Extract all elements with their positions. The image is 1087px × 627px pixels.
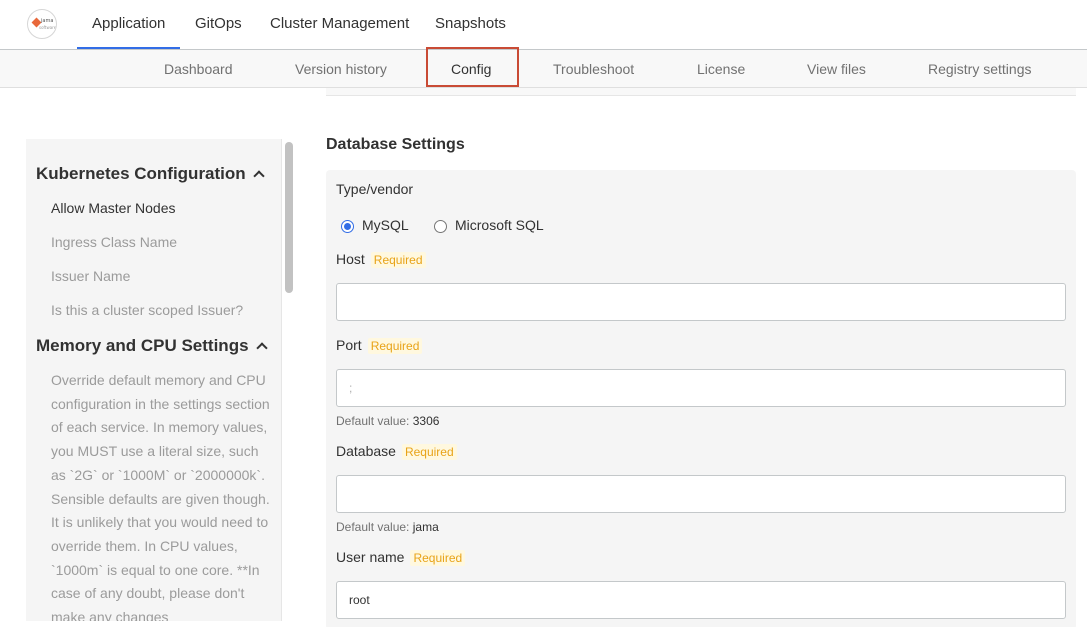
config-sidebar: Kubernetes Configuration Allow Master No… [26,139,296,621]
default-prefix: Default value: [336,520,410,534]
port-input[interactable] [336,369,1066,407]
sidebar-item-ingress-class-name[interactable]: Ingress Class Name [51,234,177,250]
required-badge: Required [370,252,426,268]
host-label-text: Host [336,251,365,267]
type-vendor-label: Type/vendor [336,181,414,197]
subtab-troubleshoot[interactable]: Troubleshoot [553,50,634,88]
logo-text: jama [41,18,54,24]
sidebar-section-kubernetes[interactable]: Kubernetes Configuration [36,164,265,184]
required-badge: Required [401,444,457,460]
sidebar-item-allow-master-nodes[interactable]: Allow Master Nodes [51,200,176,216]
section-title: Database Settings [326,136,465,153]
subtab-view-files[interactable]: View files [807,50,866,88]
host-input[interactable] [336,283,1066,321]
radio-microsoft-sql[interactable] [434,220,447,233]
chevron-up-icon [255,342,268,354]
chevron-up-icon [253,170,265,182]
sidebar-item-cluster-scoped-issuer[interactable]: Is this a cluster scoped Issuer? [51,302,243,318]
port-default-hint: Default value: 3306 [336,414,439,428]
subtab-registry-settings[interactable]: Registry settings [928,50,1031,88]
port-default-value: 3306 [412,414,440,428]
sidebar-scrollbar-thumb[interactable] [285,142,293,293]
database-default-value: jama [412,520,439,534]
sub-nav: Dashboard Version history Config Trouble… [0,50,1087,88]
tab-application[interactable]: Application [77,0,181,49]
logo-subtext: software [39,25,57,30]
default-prefix: Default value: [336,414,410,428]
database-label: Database Required [336,443,457,460]
username-label: User name Required [336,549,466,566]
port-label: Port Required [336,337,423,354]
subtab-version-history[interactable]: Version history [295,50,387,88]
username-input[interactable] [336,581,1066,619]
database-input[interactable] [336,475,1066,513]
radio-mysql-label[interactable]: MySQL [362,217,409,233]
sidebar-section-description: Override default memory and CPU configur… [51,372,270,621]
subtab-dashboard[interactable]: Dashboard [164,50,233,88]
tab-gitops[interactable]: GitOps [180,0,257,49]
tab-cluster-management[interactable]: Cluster Management [255,0,424,49]
sidebar-section-title: Kubernetes Configuration [36,164,246,183]
sidebar-item-issuer-name[interactable]: Issuer Name [51,268,130,284]
radio-mysql[interactable] [341,220,354,233]
config-group-header-strip [326,88,1076,96]
database-label-text: Database [336,443,396,459]
app-logo[interactable]: jama software [27,9,57,39]
port-label-text: Port [336,337,362,353]
subtab-license[interactable]: License [697,50,745,88]
required-badge: Required [410,550,466,566]
config-highlight-box [426,47,519,87]
host-label: Host Required [336,251,426,268]
username-label-text: User name [336,549,405,565]
tab-snapshots[interactable]: Snapshots [420,0,521,49]
sidebar-section-title: Memory and CPU Settings [36,336,249,355]
database-default-hint: Default value: jama [336,520,439,534]
sidebar-section-memory-cpu[interactable]: Memory and CPU Settings [36,336,268,356]
top-nav: jama software Application GitOps Cluster… [0,0,1087,50]
radio-microsoft-sql-label[interactable]: Microsoft SQL [455,217,544,233]
required-badge: Required [367,338,423,354]
